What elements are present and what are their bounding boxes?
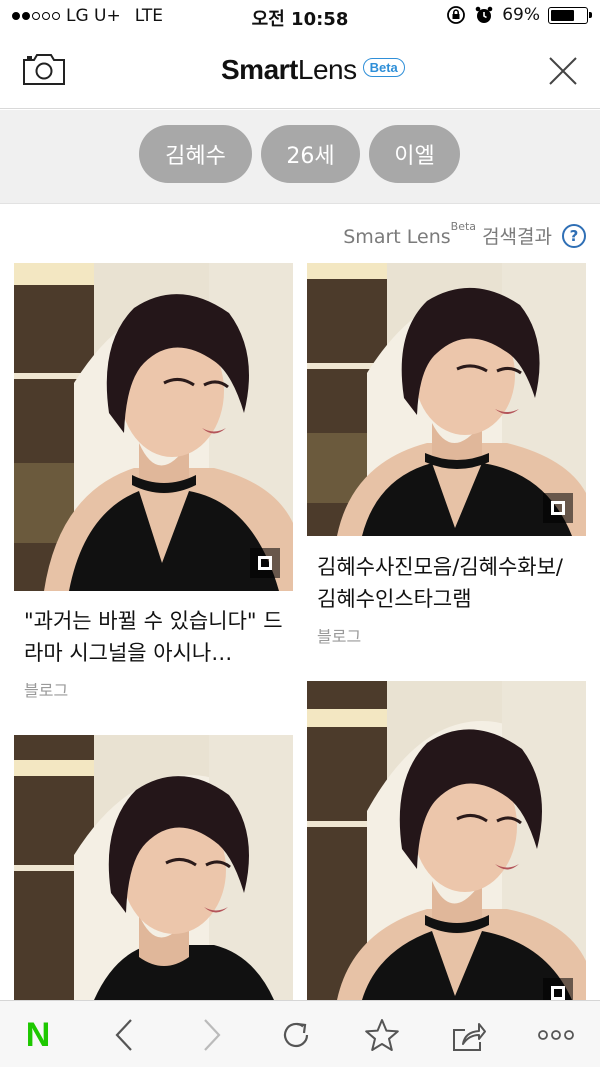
result-source: 블로그 xyxy=(24,681,69,700)
tag-bar: 김혜수 26세 이엘 xyxy=(0,110,600,204)
result-card[interactable] xyxy=(14,735,293,1000)
tag-list: 김혜수 26세 이엘 xyxy=(139,125,460,183)
result-image[interactable] xyxy=(307,263,586,536)
star-icon[interactable] xyxy=(364,1017,400,1053)
portrait-image xyxy=(14,263,293,591)
tag-chip[interactable]: 이엘 xyxy=(369,125,460,183)
portrait-image xyxy=(14,735,293,1000)
rotation-lock-icon xyxy=(447,6,466,24)
results-label-sup: Beta xyxy=(450,220,477,233)
back-icon[interactable] xyxy=(106,1017,142,1053)
logo-bold: Smart xyxy=(221,54,298,85)
camera-icon[interactable] xyxy=(22,52,66,86)
image-badge-icon xyxy=(250,548,280,578)
smartlens-logo: Smart Lens Beta xyxy=(221,54,405,86)
naver-n-label: N xyxy=(25,1015,51,1054)
results-label-tail: 검색결과 xyxy=(476,226,552,248)
battery-percent: 69% xyxy=(502,5,540,25)
tag-chip[interactable]: 김혜수 xyxy=(139,125,252,183)
result-source: 블로그 xyxy=(317,627,362,646)
help-icon[interactable]: ? xyxy=(562,223,586,248)
logo-light: Lens xyxy=(297,54,357,85)
result-card[interactable] xyxy=(307,681,586,1000)
results-label-main: Smart Lens xyxy=(343,226,451,248)
portrait-image xyxy=(307,681,586,1000)
alarm-icon xyxy=(475,6,493,23)
result-title[interactable]: "과거는 바뀔 수 있습니다" 드라마 시그널을 아시나… xyxy=(24,605,286,669)
naver-n-icon[interactable]: N xyxy=(20,1015,56,1054)
more-icon[interactable] xyxy=(536,1017,576,1053)
forward-icon[interactable] xyxy=(194,1017,230,1053)
tag-chip[interactable]: 26세 xyxy=(261,125,360,183)
result-title[interactable]: 김혜수사진모음/김혜수화보/김혜수인스타그램 xyxy=(317,551,579,615)
status-right: 69% xyxy=(446,5,592,25)
app-header: Smart Lens Beta xyxy=(0,32,600,109)
share-icon[interactable] xyxy=(451,1017,487,1053)
result-card[interactable]: "과거는 바뀔 수 있습니다" 드라마 시그널을 아시나… 블로그 xyxy=(14,263,293,713)
reload-icon[interactable] xyxy=(278,1017,314,1053)
status-bar: LG U+ LTE 오전 10:58 69% xyxy=(0,0,600,32)
browser-toolbar: N xyxy=(0,1000,600,1067)
result-card[interactable]: 김혜수사진모음/김혜수화보/김혜수인스타그램 블로그 xyxy=(307,263,586,663)
battery-icon xyxy=(548,6,592,24)
close-icon[interactable] xyxy=(548,56,578,86)
beta-badge: Beta xyxy=(362,57,405,77)
image-badge-icon xyxy=(543,978,573,1000)
result-image[interactable] xyxy=(14,263,293,591)
results-label: Smart LensBeta 검색결과 ? xyxy=(343,220,586,249)
result-image[interactable] xyxy=(14,735,293,1000)
result-image[interactable] xyxy=(307,681,586,1000)
image-badge-icon xyxy=(543,493,573,523)
